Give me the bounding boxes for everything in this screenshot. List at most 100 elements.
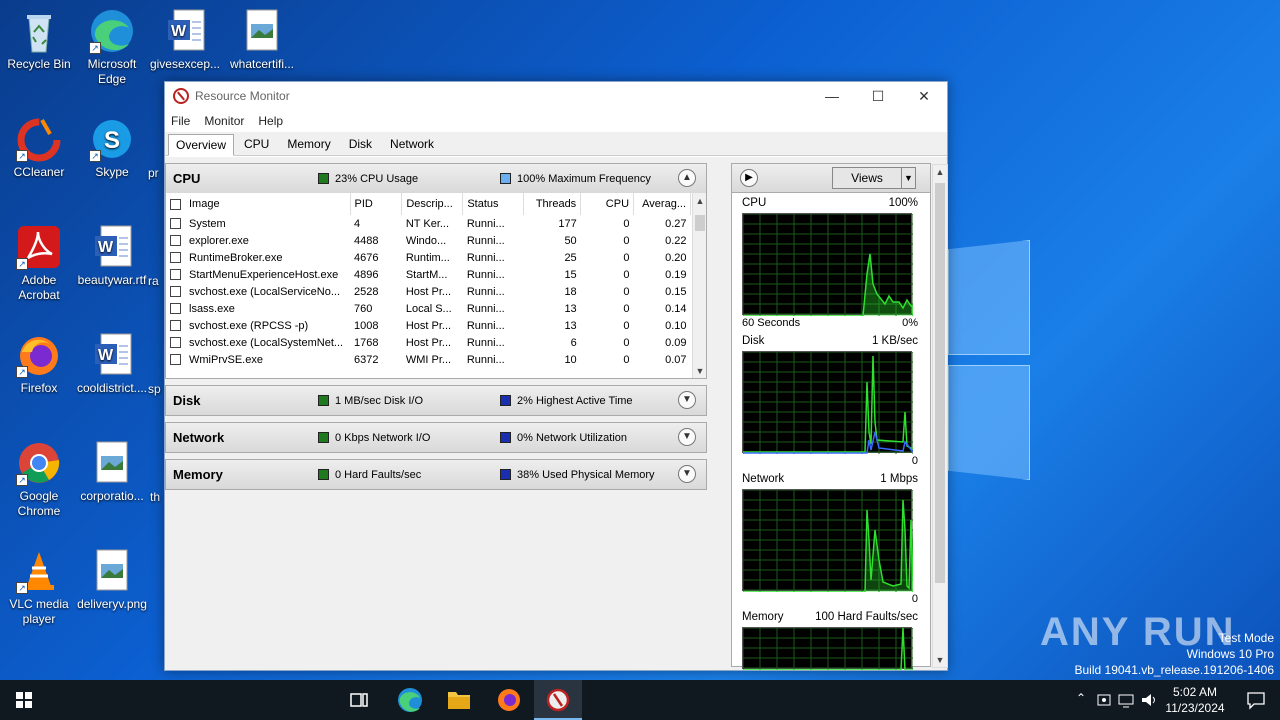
table-row[interactable]: svchost.exe (LocalSystemNet... 1768 Host P…	[166, 334, 691, 351]
volume-icon[interactable]	[1140, 691, 1158, 709]
recycle-bin-icon	[16, 8, 62, 54]
scrollbar-thumb[interactable]	[935, 183, 945, 583]
cell-status: Runni...	[466, 268, 505, 281]
disk-graph	[742, 351, 913, 454]
graph-pane: ▶ Views ▼ CPU 100% 60 Seconds 0% Disk 1 KB/…	[731, 163, 948, 670]
taskbar-resource-monitor[interactable]	[534, 680, 582, 720]
expand-chevron-icon[interactable]: ▼	[678, 428, 696, 446]
tab-memory[interactable]: Memory	[279, 133, 338, 155]
desktop-icon-edge[interactable]: ↗ Microsoft Edge	[73, 8, 151, 87]
row-checkbox[interactable]	[170, 286, 181, 298]
desktop-icon-word-doc-2[interactable]: W beautywar.rtf	[73, 224, 151, 288]
table-row[interactable]: svchost.exe (RPCSS -p) 1008 Host Pr... Runn…	[166, 317, 691, 334]
collapse-pane-arrow-icon[interactable]: ▶	[740, 169, 758, 187]
row-checkbox[interactable]	[170, 303, 181, 315]
cell-image: StartMenuExperienceHost.exe	[166, 266, 350, 283]
scroll-down-icon[interactable]: ▼	[693, 366, 706, 376]
desktop-icon-ccleaner[interactable]: ↗ CCleaner	[0, 116, 78, 180]
firefox-icon: ↗	[16, 332, 62, 378]
select-all-checkbox[interactable]	[170, 198, 181, 210]
table-row[interactable]: WmiPrvSE.exe 6372 WMI Pr... Runni... 10 0 0.07	[166, 351, 691, 368]
desktop-icon-firefox[interactable]: ↗ Firefox	[0, 332, 78, 396]
desktop-icon-word-doc-3[interactable]: W cooldistrict....	[73, 332, 151, 396]
table-row[interactable]: StartMenuExperienceHost.exe 4896 StartM...…	[166, 266, 691, 283]
desktop-icon-word-doc-1[interactable]: W givesexcep...	[146, 8, 224, 72]
scrollbar-thumb[interactable]	[695, 215, 705, 231]
security-icon[interactable]	[1096, 691, 1112, 709]
desktop-icon-skype[interactable]: S ↗ Skype	[73, 116, 151, 180]
desktop-icon-image-1[interactable]: whatcertifi...	[223, 8, 301, 72]
cell-average: 0.09	[665, 336, 687, 349]
desktop-icon-image-2[interactable]: corporatio...	[73, 440, 151, 504]
notifications-icon[interactable]	[1246, 690, 1266, 710]
network-icon[interactable]	[1118, 691, 1136, 709]
cpu-section-header[interactable]: CPU 23% CPU Usage 100% Maximum Frequency…	[166, 164, 706, 193]
views-dropdown[interactable]: Views ▼	[832, 167, 916, 189]
row-checkbox[interactable]	[170, 218, 181, 230]
desktop-icon-acrobat[interactable]: ↗ Adobe Acrobat	[0, 224, 78, 303]
close-button[interactable]: ✕	[901, 82, 947, 110]
start-button[interactable]	[0, 680, 48, 720]
taskbar-edge[interactable]	[386, 680, 434, 720]
graph-pane-scrollbar[interactable]: ▲ ▼	[932, 164, 948, 668]
tab-network[interactable]: Network	[382, 133, 442, 155]
row-checkbox[interactable]	[170, 252, 181, 264]
row-checkbox[interactable]	[170, 354, 181, 366]
cell-cpu: 0	[623, 353, 630, 366]
row-checkbox[interactable]	[170, 269, 181, 281]
show-hidden-icons-chevron-icon[interactable]: ⌃	[1076, 691, 1086, 705]
minimize-button[interactable]: —	[809, 82, 855, 110]
tab-bar: Overview CPU Memory Disk Network	[165, 132, 947, 156]
column-header-threads[interactable]: Threads	[523, 193, 582, 215]
row-checkbox[interactable]	[170, 235, 181, 247]
task-view-button[interactable]	[336, 680, 384, 720]
row-checkbox[interactable]	[170, 337, 181, 349]
taskbar-file-explorer[interactable]	[435, 680, 483, 720]
maximize-button[interactable]: ☐	[855, 82, 901, 110]
cell-status: Runni...	[466, 336, 505, 349]
scroll-up-icon[interactable]: ▲	[933, 167, 947, 177]
collapse-chevron-icon[interactable]: ▲	[678, 169, 696, 187]
tab-disk[interactable]: Disk	[341, 133, 380, 155]
scroll-up-icon[interactable]: ▲	[693, 196, 706, 206]
cell-pid: 4488	[354, 234, 379, 247]
table-row[interactable]: System 4 NT Ker... Runni... 177 0 0.27	[166, 215, 691, 232]
table-row[interactable]: svchost.exe (LocalServiceNo... 2528 Host P…	[166, 283, 691, 300]
clock[interactable]: 5:02 AM 11/23/2024	[1158, 684, 1232, 716]
desktop-icon-vlc[interactable]: ↗ VLC media player	[0, 548, 78, 627]
memory-section-header[interactable]: Memory 0 Hard Faults/sec 38% Used Physic…	[166, 460, 706, 489]
column-header-average[interactable]: Averag...	[633, 193, 691, 215]
table-row[interactable]: explorer.exe 4488 Windo... Runni... 50 0 0.22	[166, 232, 691, 249]
desktop-icon-chrome[interactable]: ↗ Google Chrome	[0, 440, 78, 519]
table-row[interactable]: lsass.exe 760 Local S... Runni... 13 0 0.14	[166, 300, 691, 317]
expand-chevron-icon[interactable]: ▼	[678, 391, 696, 409]
disk-section-header[interactable]: Disk 1 MB/sec Disk I/O 2% Highest Active…	[166, 386, 706, 415]
row-checkbox[interactable]	[170, 320, 181, 332]
desktop-icon-recycle-bin[interactable]: Recycle Bin	[0, 8, 78, 72]
tab-overview[interactable]: Overview	[168, 134, 235, 156]
tab-cpu[interactable]: CPU	[236, 133, 277, 155]
column-header-status[interactable]: Status	[462, 193, 525, 215]
column-header-cpu[interactable]: CPU	[580, 193, 635, 215]
menu-file[interactable]: File	[171, 114, 190, 128]
cell-status: Runni...	[466, 353, 505, 366]
taskbar-firefox[interactable]	[485, 680, 533, 720]
section-title: Disk	[173, 393, 201, 408]
scroll-down-icon[interactable]: ▼	[933, 655, 947, 665]
column-header-description[interactable]: Descrip...	[401, 193, 464, 215]
column-header-image[interactable]: Image	[166, 193, 351, 215]
column-header-pid[interactable]: PID	[350, 193, 403, 215]
disk-section: Disk 1 MB/sec Disk I/O 2% Highest Active…	[165, 385, 707, 416]
desktop-icon-image-3[interactable]: deliveryv.png	[73, 548, 151, 612]
title-bar[interactable]: Resource Monitor — ☐ ✕	[165, 82, 947, 110]
cpu-table-scrollbar[interactable]: ▲ ▼	[692, 193, 706, 378]
cell-cpu: 0	[623, 251, 630, 264]
cell-cpu: 0	[623, 319, 630, 332]
menu-help[interactable]: Help	[258, 114, 283, 128]
network-section-header[interactable]: Network 0 Kbps Network I/O 0% Network Ut…	[166, 423, 706, 452]
expand-chevron-icon[interactable]: ▼	[678, 465, 696, 483]
cpu-graph	[742, 213, 913, 316]
table-row[interactable]: RuntimeBroker.exe 4676 Runtim... Runni... 25…	[166, 249, 691, 266]
legend-swatch	[500, 432, 511, 443]
menu-monitor[interactable]: Monitor	[204, 114, 244, 128]
